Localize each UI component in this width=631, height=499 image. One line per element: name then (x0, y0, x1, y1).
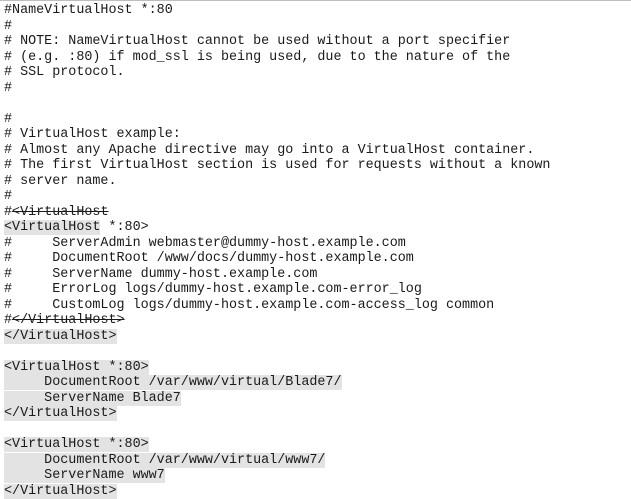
text-line: # Almost any Apache directive may go int… (4, 143, 629, 159)
line-text: # ErrorLog logs/dummy-host.example.com-e… (4, 282, 422, 297)
struck-text: <VirtualHost (12, 205, 108, 220)
text-line: # (e.g. :80) if mod_ssl is being used, d… (4, 50, 629, 66)
highlighted-text: </VirtualHost> (4, 406, 117, 421)
highlighted-text: DocumentRoot /var/www/virtual/www7/ (4, 453, 325, 468)
text-line: # SSL protocol. (4, 65, 629, 81)
highlighted-text: <VirtualHost *:80> (4, 437, 149, 452)
line-text: # (4, 112, 12, 127)
text-line: ServerName Blade7 (4, 391, 629, 407)
text-line: # server name. (4, 174, 629, 190)
highlighted-text: <VirtualHost (4, 220, 100, 235)
highlighted-text: ServerName www7 (4, 468, 165, 483)
text-line: # The first VirtualHost section is used … (4, 158, 629, 174)
text-line (4, 96, 629, 112)
top-border-line (0, 0, 631, 1)
line-text: # CustomLog logs/dummy-host.example.com-… (4, 298, 494, 313)
text-line: <VirtualHost *:80> (4, 437, 629, 453)
line-text: # (e.g. :80) if mod_ssl is being used, d… (4, 50, 510, 65)
line-text: # (4, 205, 12, 220)
text-line: # (4, 19, 629, 35)
line-text: # (4, 81, 12, 96)
text-line: #<VirtualHost (4, 205, 629, 221)
text-line: # DocumentRoot /www/docs/dummy-host.exam… (4, 251, 629, 267)
highlighted-text: ServerName Blade7 (4, 391, 181, 406)
text-line: #</VirtualHost> (4, 313, 629, 329)
text-line: # ErrorLog logs/dummy-host.example.com-e… (4, 282, 629, 298)
highlighted-text: DocumentRoot /var/www/virtual/Blade7/ (4, 375, 342, 390)
text-line: </VirtualHost> (4, 406, 629, 422)
text-line: # ServerAdmin webmaster@dummy-host.examp… (4, 236, 629, 252)
line-text: # SSL protocol. (4, 65, 125, 80)
text-line: <VirtualHost *:80> (4, 220, 629, 236)
line-text: # Almost any Apache directive may go int… (4, 143, 534, 158)
line-text: # DocumentRoot /www/docs/dummy-host.exam… (4, 251, 414, 266)
highlighted-text: </VirtualHost> (4, 329, 117, 344)
text-line: #NameVirtualHost *:80 (4, 3, 629, 19)
line-text: # ServerAdmin webmaster@dummy-host.examp… (4, 236, 406, 251)
text-line: # (4, 81, 629, 97)
text-line: </VirtualHost> (4, 329, 629, 345)
text-line: # VirtualHost example: (4, 127, 629, 143)
text-line: DocumentRoot /var/www/virtual/www7/ (4, 453, 629, 469)
text-line: ServerName www7 (4, 468, 629, 484)
config-text-document: #NameVirtualHost *:80## NOTE: NameVirtua… (4, 3, 629, 499)
text-line: # (4, 189, 629, 205)
highlighted-text: <VirtualHost *:80> (4, 360, 149, 375)
text-line: # ServerName dummy-host.example.com (4, 267, 629, 283)
line-text: *:80> (100, 220, 148, 235)
line-text: # (4, 189, 12, 204)
text-line: # (4, 112, 629, 128)
line-text: # (4, 313, 12, 328)
line-text: # VirtualHost example: (4, 127, 181, 142)
text-line (4, 344, 629, 360)
struck-text: </VirtualHost> (12, 313, 125, 328)
line-text: # server name. (4, 174, 117, 189)
line-text: # (4, 19, 12, 34)
line-text: #NameVirtualHost *:80 (4, 3, 173, 18)
text-line (4, 422, 629, 438)
text-line: <VirtualHost *:80> (4, 360, 629, 376)
text-line: # NOTE: NameVirtualHost cannot be used w… (4, 34, 629, 50)
text-line: DocumentRoot /var/www/virtual/Blade7/ (4, 375, 629, 391)
highlighted-text: </VirtualHost> (4, 484, 117, 499)
line-text: # NOTE: NameVirtualHost cannot be used w… (4, 34, 510, 49)
line-text: # The first VirtualHost section is used … (4, 158, 550, 173)
line-text: # ServerName dummy-host.example.com (4, 267, 317, 282)
text-line: # CustomLog logs/dummy-host.example.com-… (4, 298, 629, 314)
